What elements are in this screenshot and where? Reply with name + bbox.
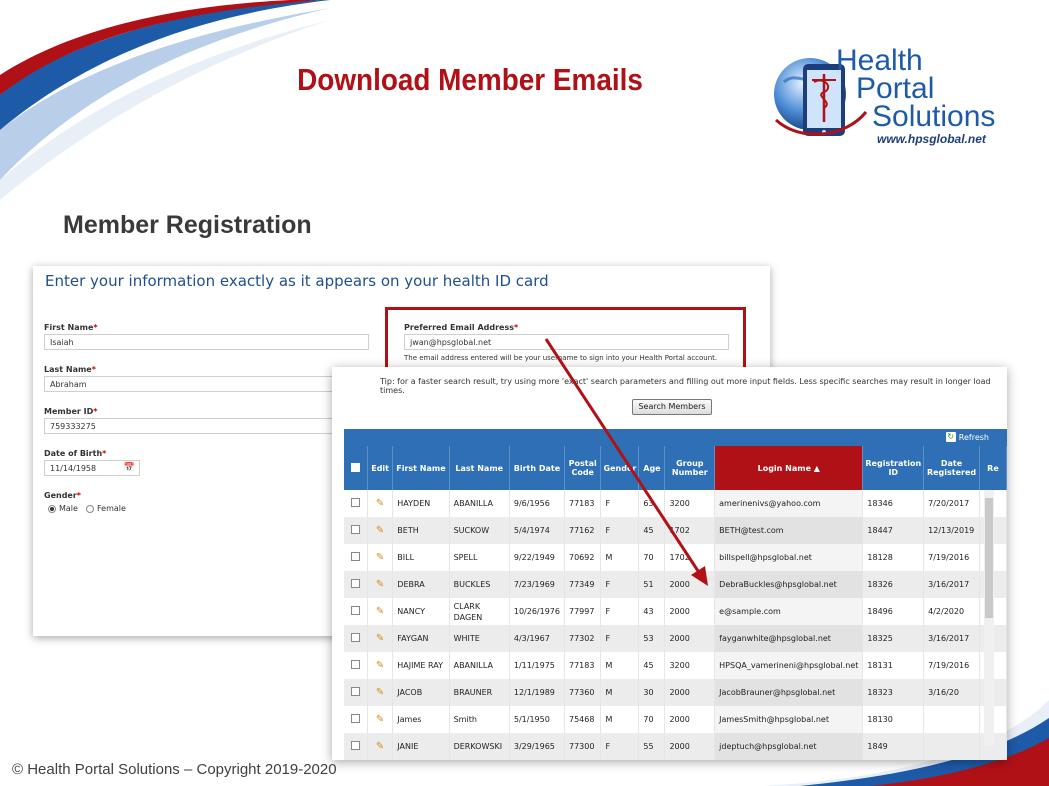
email-to-login-arrow [544,338,708,586]
copyright: © Health Portal Solutions – Copyright 20… [12,761,337,778]
